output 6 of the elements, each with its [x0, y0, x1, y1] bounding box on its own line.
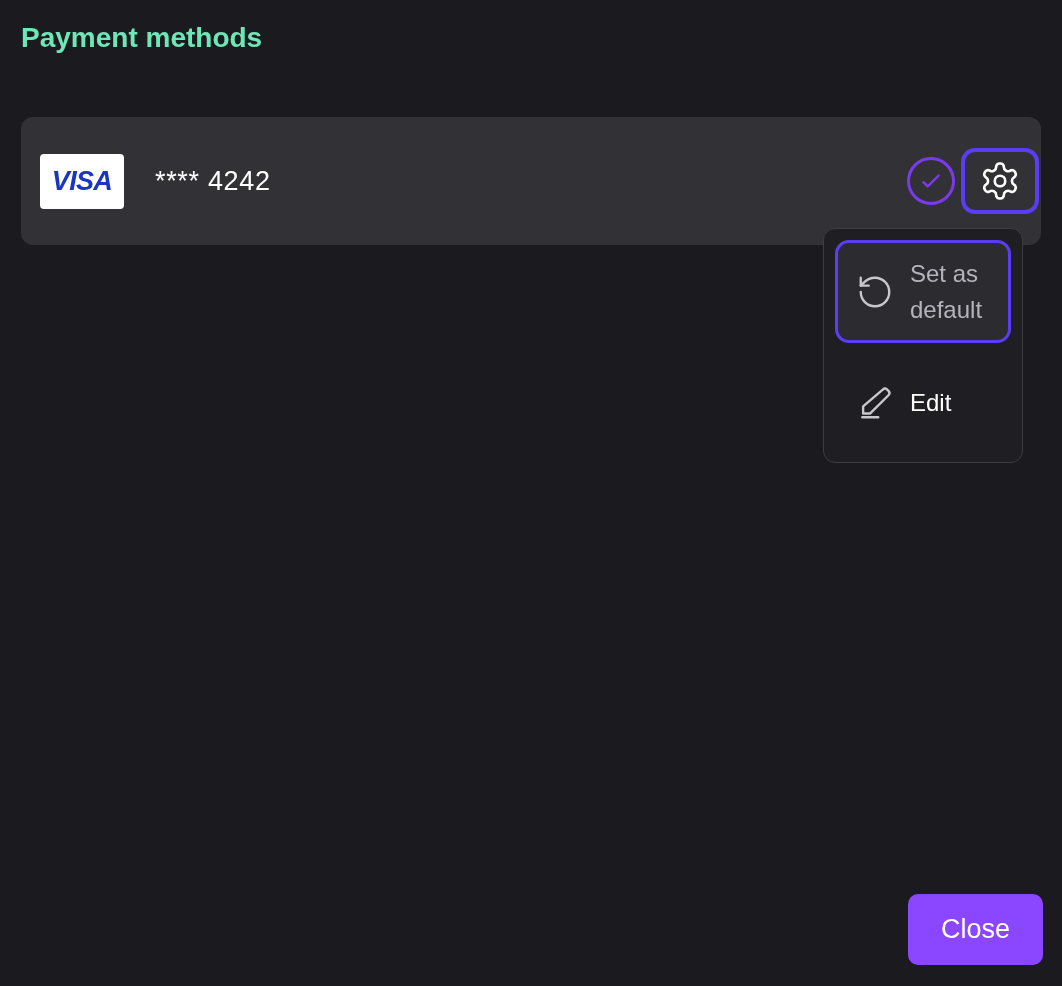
page-title: Payment methods: [21, 21, 264, 55]
menu-item[interactable]: Edit: [835, 355, 1011, 451]
close-button[interactable]: Close: [908, 894, 1043, 965]
settings-button[interactable]: [961, 148, 1039, 214]
card-number: **** 4242: [155, 164, 271, 198]
card-brand-logo: VISA: [40, 153, 124, 209]
